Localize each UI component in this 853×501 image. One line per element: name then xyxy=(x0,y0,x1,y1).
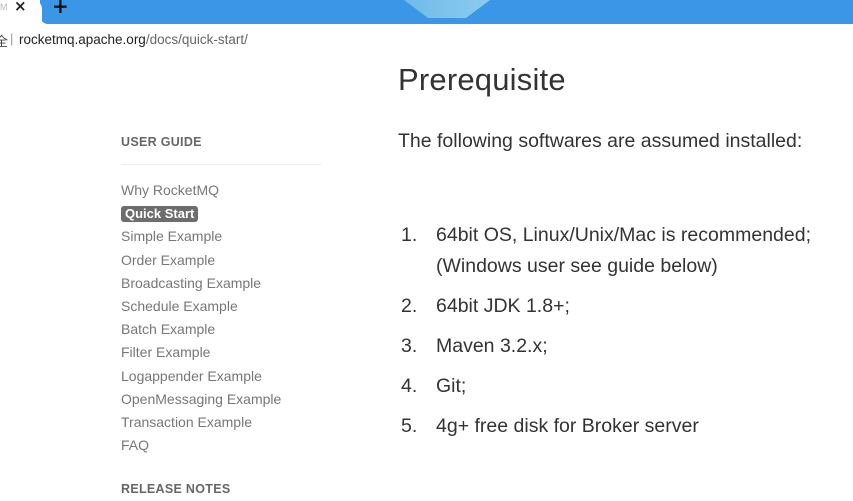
url-host: rocketmq.apache.org xyxy=(19,32,146,47)
sidebar-item-batch-example[interactable]: Batch Example xyxy=(121,318,281,341)
list-number: 5. xyxy=(401,415,418,437)
list-number: 1. xyxy=(401,224,418,246)
page-title: Prerequisite xyxy=(398,62,566,97)
docs-sidebar: USER GUIDE Why RocketMQ Quick Start Simp… xyxy=(0,53,330,501)
sidebar-item-logappender-example[interactable]: Logappender Example xyxy=(121,365,281,388)
sidebar-item-openmessaging-example[interactable]: OpenMessaging Example xyxy=(121,388,281,411)
user-guide-heading: USER GUIDE xyxy=(121,135,202,149)
close-tab-icon[interactable]: × xyxy=(14,0,27,15)
requirements-list: 1. 64bit OS, Linux/Unix/Mac is recommend… xyxy=(398,220,853,451)
list-item: 5. 4g+ free disk for Broker server xyxy=(398,411,853,442)
sidebar-item-label: Quick Start xyxy=(121,206,199,223)
list-item: 4. Git; xyxy=(398,371,853,402)
tab-title: M xyxy=(0,2,8,12)
new-tab-button[interactable]: + xyxy=(52,0,69,18)
url-text[interactable]: rocketmq.apache.org/docs/quick-start/ xyxy=(19,32,248,47)
sidebar-divider xyxy=(121,164,321,165)
list-number: 3. xyxy=(401,335,418,357)
sidebar-item-faq[interactable]: FAQ xyxy=(121,434,281,457)
sidebar-item-quick-start[interactable]: Quick Start xyxy=(121,202,281,225)
list-text: 4g+ free disk for Broker server xyxy=(436,415,699,437)
sidebar-item-why-rocketmq[interactable]: Why RocketMQ xyxy=(121,179,281,202)
security-icon[interactable]: 全 xyxy=(0,31,8,50)
list-text: 64bit JDK 1.8+; xyxy=(436,295,570,317)
sidebar-item-transaction-example[interactable]: Transaction Example xyxy=(121,411,281,434)
sidebar-item-schedule-example[interactable]: Schedule Example xyxy=(121,295,281,318)
sidebar-item-broadcasting-example[interactable]: Broadcasting Example xyxy=(121,272,281,295)
doc-content: Prerequisite The following softwares are… xyxy=(398,53,853,501)
list-item: 3. Maven 3.2.x; xyxy=(398,331,853,362)
sidebar-nav: Why RocketMQ Quick Start Simple Example … xyxy=(121,179,281,457)
url-path: /docs/quick-start/ xyxy=(145,32,248,47)
list-text: Git; xyxy=(436,375,467,397)
browser-tab-bar: M × + xyxy=(0,0,853,25)
url-separator: | xyxy=(10,31,14,46)
release-notes-heading: RELEASE NOTES xyxy=(121,482,231,496)
sidebar-item-order-example[interactable]: Order Example xyxy=(121,249,281,272)
list-number: 4. xyxy=(401,375,418,397)
list-item: 2. 64bit JDK 1.8+; xyxy=(398,291,853,322)
list-text: 64bit OS, Linux/Unix/Mac is recommended;… xyxy=(436,224,811,277)
list-item: 1. 64bit OS, Linux/Unix/Mac is recommend… xyxy=(398,220,853,282)
sidebar-item-simple-example[interactable]: Simple Example xyxy=(121,225,281,248)
address-bar[interactable]: 全 | rocketmq.apache.org/docs/quick-start… xyxy=(0,25,853,53)
list-number: 2. xyxy=(401,295,418,317)
intro-paragraph: The following softwares are assumed inst… xyxy=(398,130,803,152)
list-text: Maven 3.2.x; xyxy=(436,335,548,357)
sidebar-item-filter-example[interactable]: Filter Example xyxy=(121,341,281,364)
